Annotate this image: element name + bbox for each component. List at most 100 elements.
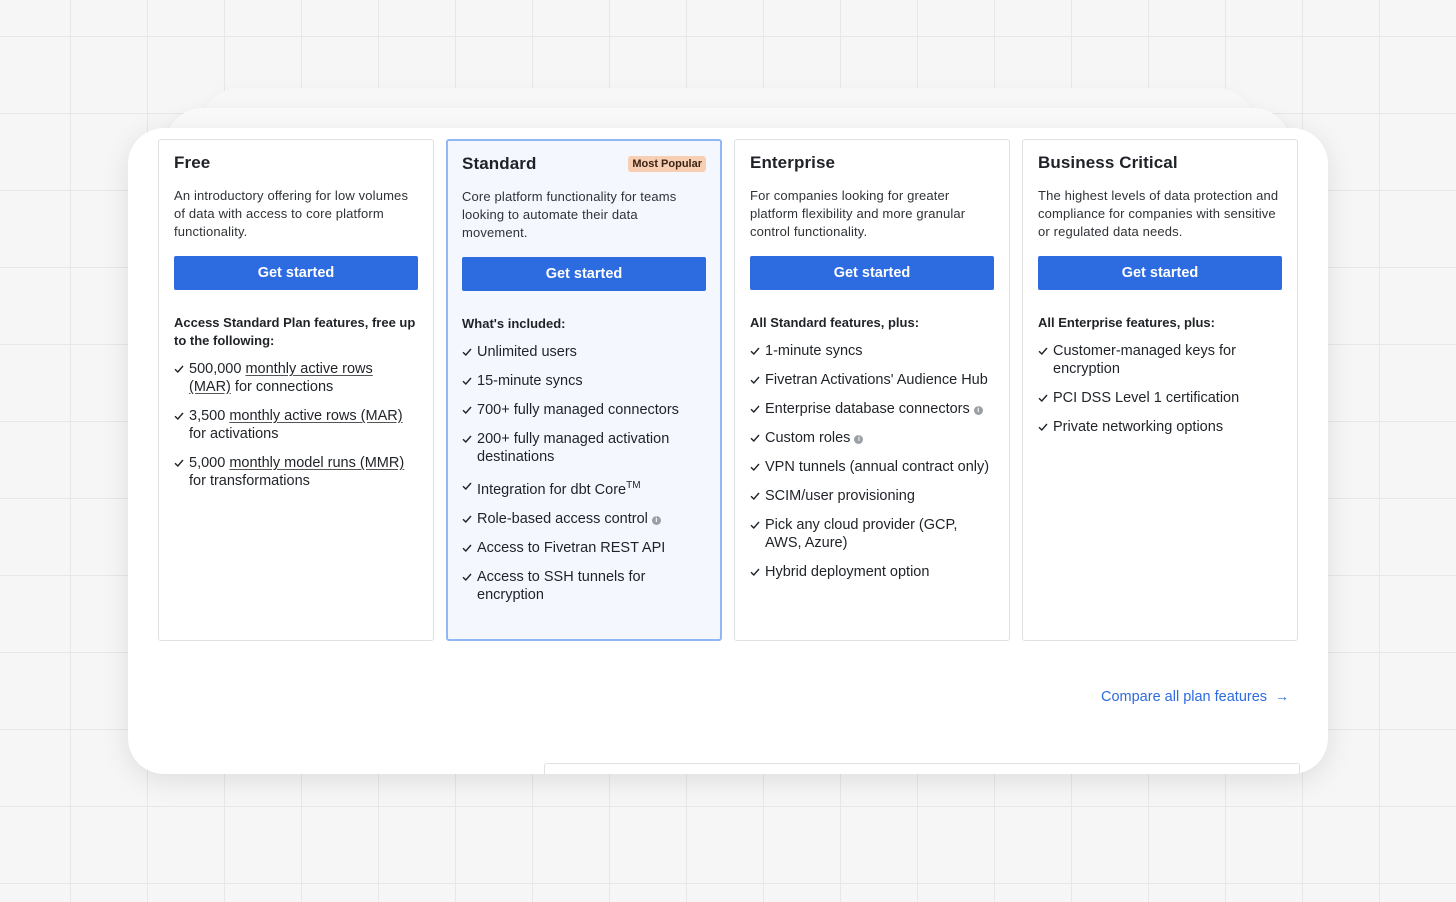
- feature-text: Enterprise database connectors: [765, 401, 970, 417]
- plan-name: Standard: [462, 154, 537, 173]
- feature-text: Customer-managed keys for encryption: [1053, 343, 1236, 377]
- feature-item: SCIM/user provisioning: [750, 487, 994, 505]
- feature-item: Access to SSH tunnels for encryption: [462, 568, 706, 604]
- feature-item: Access to Fivetran REST API: [462, 539, 706, 557]
- get-started-button[interactable]: Get started: [462, 257, 706, 291]
- info-icon[interactable]: i: [651, 515, 661, 525]
- plan-card-header: Free: [174, 153, 418, 177]
- feature-text: for connections: [230, 379, 334, 395]
- feature-text: Access to Fivetran REST API: [477, 539, 666, 556]
- plan-description: An introductory offering for low volumes…: [174, 188, 409, 239]
- checkmark-icon: [750, 347, 760, 356]
- feature-text: 5,000: [189, 455, 230, 471]
- feature-text: VPN tunnels (annual contract only): [765, 459, 990, 475]
- checkmark-icon: [174, 365, 184, 374]
- feature-item: Unlimited users: [462, 343, 706, 361]
- info-icon[interactable]: i: [973, 406, 983, 415]
- feature-text: Fivetran Activations' Audience Hub: [765, 372, 988, 388]
- checkmark-icon: [174, 412, 184, 421]
- feature-item: 700+ fully managed connectors: [462, 401, 706, 419]
- trademark-mark: TM: [626, 480, 641, 491]
- get-started-button[interactable]: Get started: [174, 256, 418, 290]
- get-started-button[interactable]: Get started: [750, 256, 994, 290]
- feature-item: Hybrid deployment option: [750, 563, 994, 581]
- feature-item: VPN tunnels (annual contract only): [750, 458, 994, 476]
- feature-text: Access to SSH tunnels for encryption: [477, 568, 646, 603]
- features-heading: All Standard features, plus:: [750, 315, 920, 330]
- checkmark-icon: [750, 405, 760, 414]
- plan-card-header: Business Critical: [1038, 153, 1282, 177]
- checkmark-icon: [462, 406, 472, 415]
- features-heading: What's included:: [462, 316, 566, 331]
- checkmark-icon: [750, 492, 760, 501]
- plan-name: Enterprise: [750, 153, 836, 172]
- plan-card-standard: Standard Most Popular Core platform func…: [446, 139, 722, 641]
- get-started-button[interactable]: Get started: [1038, 256, 1282, 290]
- feature-item: 200+ fully managed activation destinatio…: [462, 430, 706, 466]
- checkmark-icon: [462, 573, 472, 581]
- feature-text: for activations: [189, 426, 279, 442]
- features-heading: Access Standard Plan features, free up t…: [174, 315, 416, 348]
- checkmark-icon: [750, 434, 760, 443]
- plan-card-business-critical: Business Critical The highest levels of …: [1022, 139, 1298, 641]
- checkmark-icon: [462, 377, 472, 386]
- arrow-right-icon: →: [1275, 688, 1290, 704]
- checkmark-icon: [1038, 347, 1048, 356]
- plan-name: Free: [174, 153, 211, 172]
- feature-item: Pick any cloud provider (GCP, AWS, Azure…: [750, 516, 994, 552]
- checkmark-icon: [1038, 423, 1048, 432]
- checkmark-icon: [462, 435, 472, 444]
- checkmark-icon: [462, 348, 472, 357]
- checkmark-icon: [1038, 394, 1048, 403]
- feature-text: PCI DSS Level 1 certification: [1053, 390, 1240, 406]
- feature-item: Customer-managed keys for encryption: [1038, 342, 1282, 378]
- feature-item: 1-minute syncs: [750, 342, 994, 360]
- feature-text: Pick any cloud provider (GCP, AWS, Azure…: [765, 517, 958, 551]
- feature-item: 5,000 monthly model runs (MMR) for trans…: [174, 454, 418, 490]
- plan-description: The highest levels of data protection an…: [1038, 188, 1279, 239]
- info-icon[interactable]: i: [854, 435, 864, 444]
- feature-item: 3,500 monthly active rows (MAR) for acti…: [174, 407, 418, 443]
- feature-text: 200+ fully managed activation destinatio…: [477, 431, 670, 465]
- feature-text: 700+ fully managed connectors: [477, 402, 679, 418]
- plan-name: Business Critical: [1038, 153, 1178, 172]
- checkmark-icon: [462, 482, 472, 491]
- plan-description: Core platform functionality for teams lo…: [462, 189, 677, 240]
- feature-item: Enterprise database connectors i: [750, 400, 994, 418]
- feature-item: Fivetran Activations' Audience Hub: [750, 371, 994, 389]
- plan-card-enterprise: Enterprise For companies looking for gre…: [734, 139, 1010, 641]
- feature-item: 500,000 monthly active rows (MAR) for co…: [174, 360, 418, 396]
- checkmark-icon: [750, 463, 760, 472]
- most-popular-badge: Most Popular: [628, 156, 706, 172]
- feature-text: for transformations: [189, 473, 310, 489]
- feature-item: 15-minute syncs: [462, 372, 706, 390]
- feature-list: 500,000 monthly active rows (MAR) for co…: [174, 360, 418, 490]
- feature-text: Hybrid deployment option: [765, 564, 930, 580]
- compare-plans-label: Compare all plan features: [1101, 689, 1268, 705]
- plan-description: For companies looking for greater platfo…: [750, 188, 966, 239]
- mar-link[interactable]: monthly active rows (MAR): [229, 408, 402, 424]
- plan-card-header: Enterprise: [750, 153, 994, 177]
- feature-text: 3,500: [189, 408, 230, 424]
- feature-text: Integration for dbt Core: [477, 481, 627, 498]
- feature-text: 500,000: [189, 361, 246, 377]
- mmr-link[interactable]: monthly model runs (MMR): [229, 455, 404, 471]
- checkmark-icon: [174, 459, 184, 468]
- feature-item: Custom roles i: [750, 429, 994, 447]
- checkmark-icon: [750, 568, 760, 577]
- checkmark-icon: [462, 515, 472, 523]
- feature-text: 1-minute syncs: [765, 343, 863, 359]
- checkmark-icon: [750, 376, 760, 385]
- compare-plans-link[interactable]: Compare all plan features →: [1101, 688, 1289, 705]
- feature-text: SCIM/user provisioning: [765, 488, 915, 504]
- next-section-card: [544, 763, 1300, 774]
- checkmark-icon: [462, 544, 472, 552]
- feature-text: Role-based access control: [477, 510, 648, 527]
- plan-card-header: Standard Most Popular: [462, 154, 706, 178]
- feature-text: Unlimited users: [477, 344, 577, 360]
- checkmark-icon: [750, 521, 760, 530]
- feature-list: Unlimited users 15-minute syncs 700+ fully…: [462, 343, 706, 604]
- feature-text: 15-minute syncs: [477, 373, 583, 389]
- feature-item: Role-based access control i: [462, 510, 706, 528]
- feature-text: Private networking options: [1053, 419, 1224, 435]
